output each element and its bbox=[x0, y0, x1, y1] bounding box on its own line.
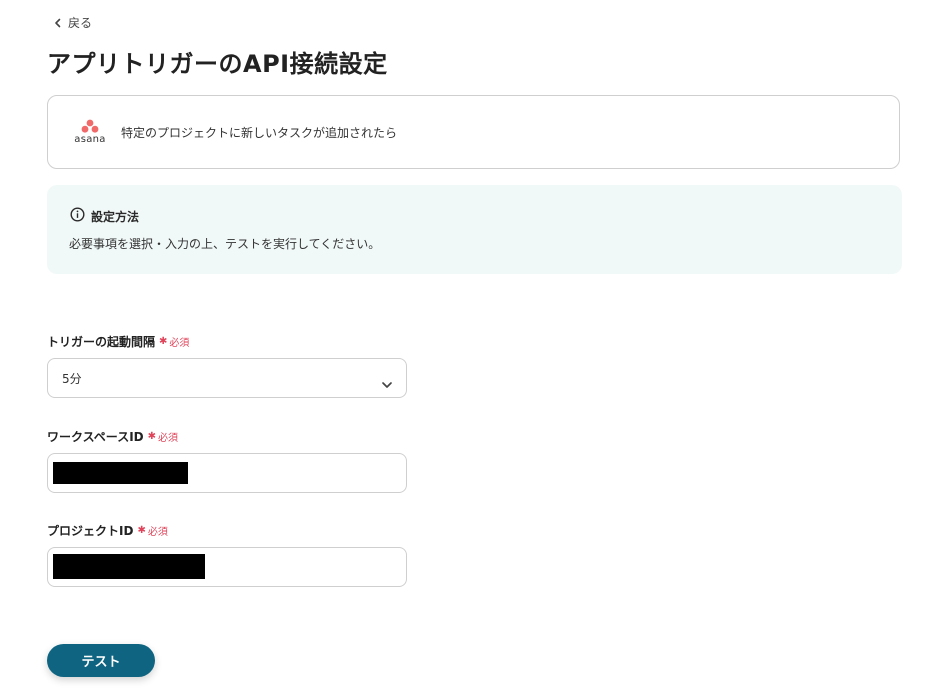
info-circle-icon bbox=[70, 207, 85, 225]
test-button[interactable]: テスト bbox=[47, 644, 155, 677]
redacted-value bbox=[53, 554, 205, 579]
back-link[interactable]: 戻る bbox=[53, 14, 92, 31]
redacted-value bbox=[53, 462, 188, 484]
trigger-label: 特定のプロジェクトに新しいタスクが追加されたら bbox=[121, 125, 398, 140]
asana-dots-icon bbox=[81, 119, 99, 133]
chevron-down-icon bbox=[381, 374, 393, 393]
info-heading-text: 設定方法 bbox=[91, 209, 140, 224]
interval-select-value: 5分 bbox=[62, 372, 82, 386]
page-title: アプリトリガーのAPI接続設定 bbox=[47, 50, 388, 78]
asana-wordmark: asana bbox=[74, 134, 106, 145]
asana-logo: asana bbox=[70, 119, 110, 145]
trigger-card: asana 特定のプロジェクトに新しいタスクが追加されたら bbox=[47, 95, 900, 169]
workspace-id-input[interactable] bbox=[47, 453, 407, 493]
asterisk-icon: ✱ bbox=[147, 431, 157, 442]
required-text: 必須 bbox=[147, 527, 168, 538]
interval-select[interactable]: 5分 bbox=[47, 358, 407, 398]
asterisk-icon: ✱ bbox=[137, 525, 146, 536]
required-text: 必須 bbox=[158, 433, 179, 444]
workspace-id-label-text: ワークスペースID bbox=[47, 430, 144, 444]
chevron-left-icon bbox=[53, 18, 63, 28]
back-label: 戻る bbox=[68, 16, 93, 30]
required-marker: ✱ 必須 bbox=[159, 334, 189, 349]
info-box: 設定方法 必要事項を選択・入力の上、テストを実行してください。 bbox=[47, 185, 902, 274]
info-text: 必要事項を選択・入力の上、テストを実行してください。 bbox=[69, 237, 381, 251]
interval-label: トリガーの起動間隔 ✱ 必須 bbox=[47, 333, 189, 350]
project-id-input[interactable] bbox=[47, 547, 407, 587]
project-id-label: プロジェクトID ✱ 必須 bbox=[47, 522, 168, 539]
workspace-id-label: ワークスペースID ✱ 必須 bbox=[47, 428, 178, 445]
asterisk-icon: ✱ bbox=[159, 336, 168, 347]
required-text: 必須 bbox=[169, 338, 190, 349]
interval-label-text: トリガーの起動間隔 bbox=[47, 335, 156, 349]
required-marker: ✱ 必須 bbox=[148, 429, 178, 444]
info-heading: 設定方法 bbox=[70, 207, 139, 225]
project-id-label-text: プロジェクトID bbox=[47, 524, 134, 538]
required-marker: ✱ 必須 bbox=[137, 523, 167, 538]
